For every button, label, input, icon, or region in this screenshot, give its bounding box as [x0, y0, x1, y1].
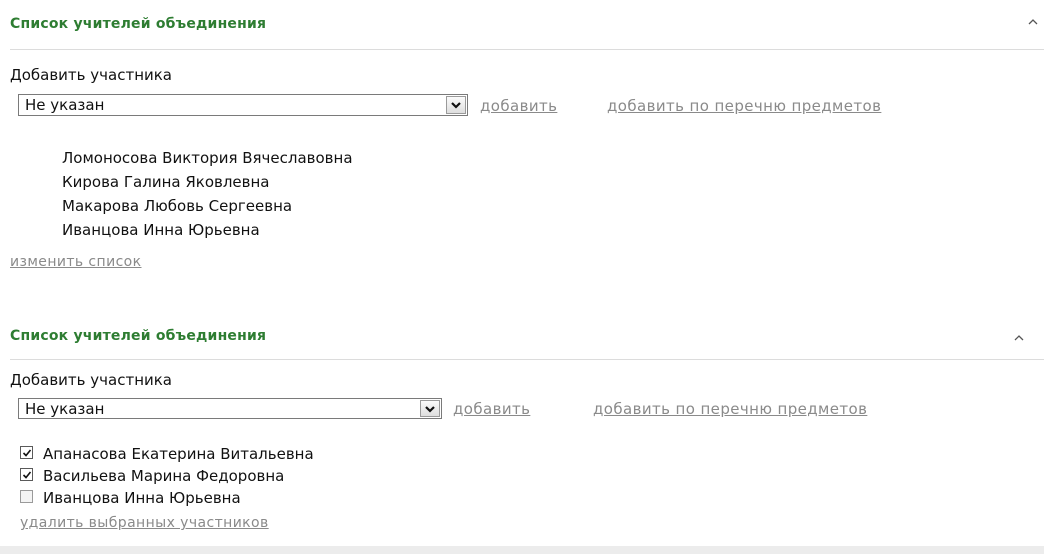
- delete-selected-link[interactable]: удалить выбранных участников: [20, 515, 269, 531]
- list-item[interactable]: Иванцова Инна Юрьевна: [20, 487, 314, 509]
- member-checklist: Апанасова Екатерина Витальевна Васильева…: [20, 443, 314, 509]
- list-item: Макарова Любовь Сергеевна: [62, 197, 293, 215]
- member-list: Ломоносова Виктория Вячеславовна Кирова …: [62, 146, 353, 242]
- member-checkbox[interactable]: [20, 446, 33, 459]
- list-item[interactable]: Апанасова Екатерина Витальевна: [20, 443, 314, 465]
- checkmark-icon: [22, 449, 32, 457]
- teachers-list-panel: Список учителей объединения Добавить уча…: [0, 318, 1044, 554]
- member-select-value: Не указан: [25, 400, 105, 418]
- chevron-up-icon[interactable]: [1012, 330, 1026, 344]
- panel-header: Список учителей объединения: [10, 0, 1044, 50]
- member-checkbox[interactable]: [20, 468, 33, 481]
- change-list-link[interactable]: изменить список: [10, 254, 142, 270]
- member-select[interactable]: Не указан: [18, 398, 442, 419]
- checkmark-icon: [22, 471, 32, 479]
- member-name: Иванцова Инна Юрьевна: [43, 489, 241, 507]
- member-name: Васильева Марина Федоровна: [43, 467, 285, 485]
- panel-header: Список учителей объединения: [10, 318, 1044, 360]
- list-item: Кирова Галина Яковлевна: [62, 173, 270, 191]
- list-item: Ломоносова Виктория Вячеславовна: [62, 149, 353, 167]
- add-link[interactable]: добавить: [453, 400, 530, 418]
- add-by-subjects-link[interactable]: добавить по перечню предметов: [607, 97, 881, 115]
- chevron-down-icon[interactable]: [446, 96, 466, 114]
- add-member-label: Добавить участника: [10, 371, 172, 389]
- member-checkbox[interactable]: [20, 490, 33, 503]
- list-item[interactable]: Васильева Марина Федоровна: [20, 465, 314, 487]
- member-select[interactable]: Не указан: [18, 94, 468, 116]
- add-by-subjects-link[interactable]: добавить по перечню предметов: [593, 400, 867, 418]
- chevron-up-icon[interactable]: [1026, 14, 1040, 28]
- chevron-down-icon[interactable]: [420, 400, 440, 417]
- member-name: Апанасова Екатерина Витальевна: [43, 445, 314, 463]
- member-select-value: Не указан: [25, 96, 105, 114]
- list-item: Иванцова Инна Юрьевна: [62, 221, 260, 239]
- add-member-label: Добавить участника: [10, 66, 172, 84]
- bottom-divider: [0, 546, 1044, 554]
- add-link[interactable]: добавить: [480, 97, 557, 115]
- panel-title: Список учителей объединения: [10, 16, 267, 32]
- panel-title: Список учителей объединения: [10, 328, 267, 344]
- teachers-list-panel: Список учителей объединения Добавить уча…: [0, 0, 1044, 285]
